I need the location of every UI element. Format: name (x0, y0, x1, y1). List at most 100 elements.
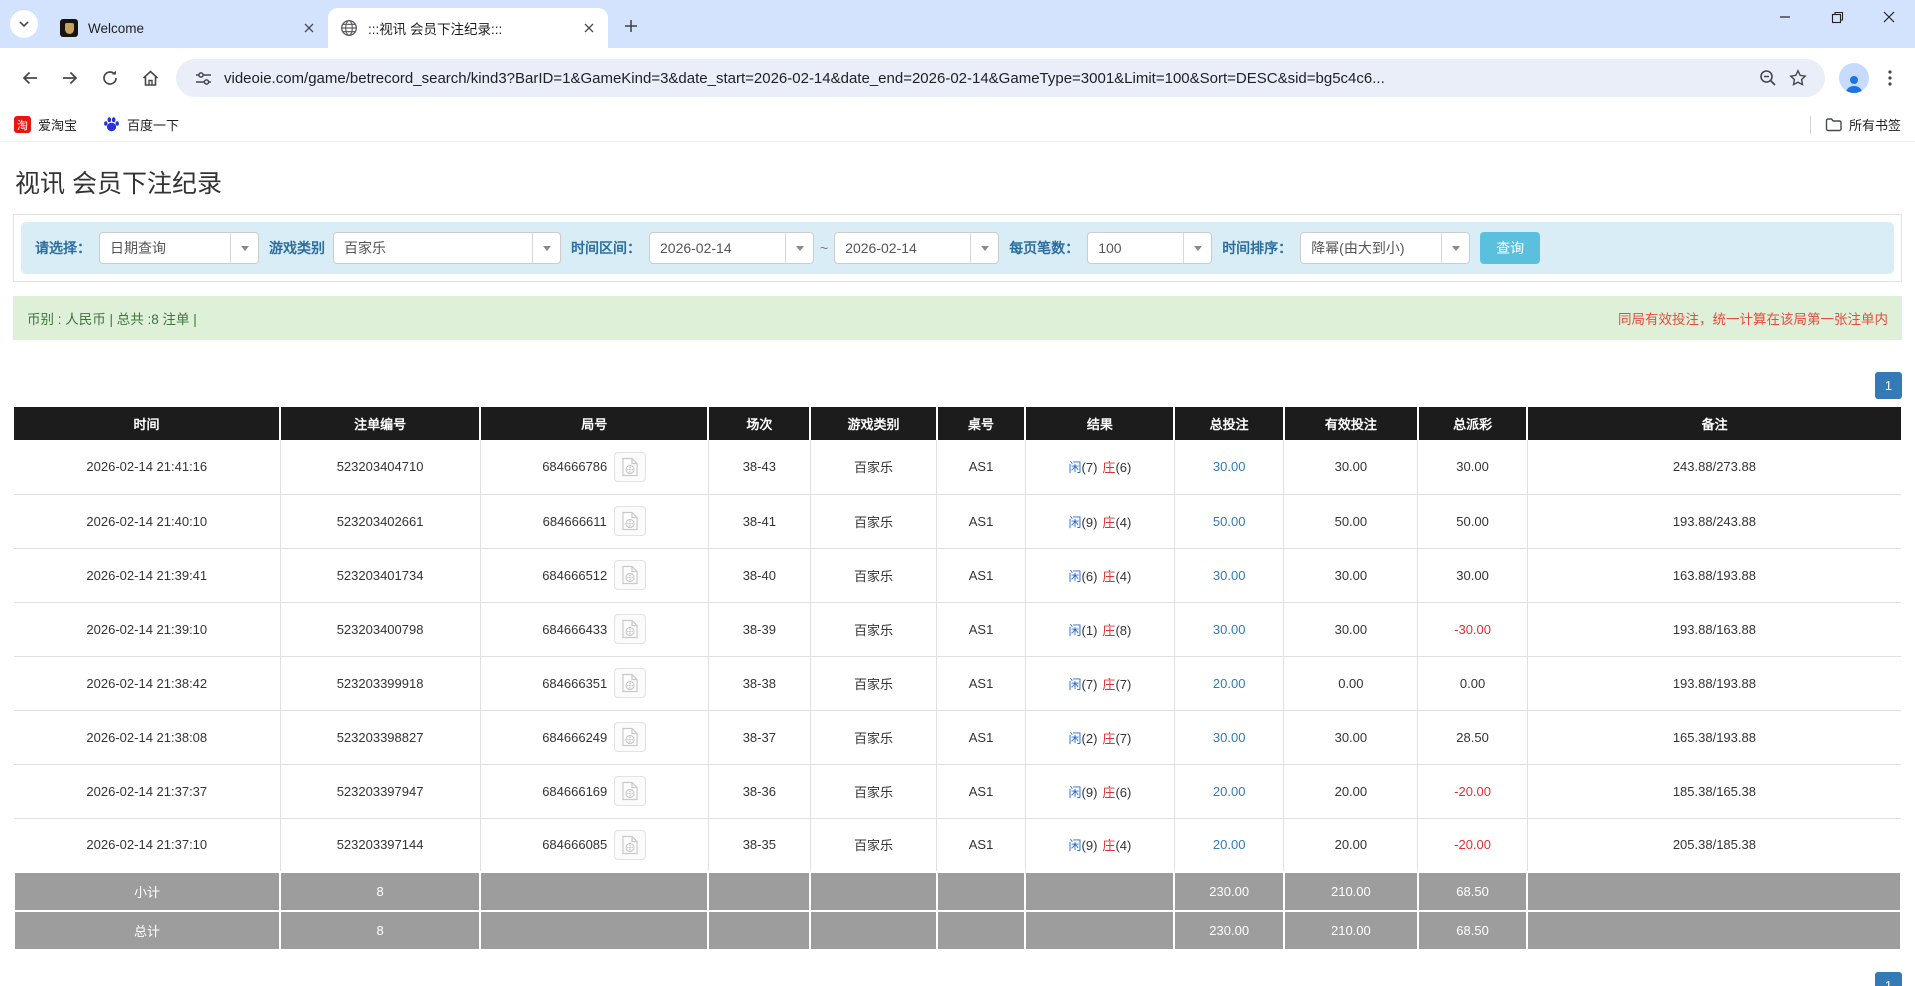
result-banker-score: (6) (1115, 785, 1131, 800)
per-page-select[interactable]: 100 (1087, 232, 1212, 264)
url-text[interactable]: videoie.com/game/betrecord_search/kind3?… (218, 70, 1753, 87)
page-number-button[interactable]: 1 (1875, 372, 1902, 399)
reload-button[interactable] (90, 58, 130, 98)
result-banker-score: (8) (1115, 623, 1131, 638)
bet-time: 2026-02-14 21:37:37 (14, 764, 280, 818)
total-valid-bet: 210.00 (1284, 911, 1418, 950)
bet-time: 2026-02-14 21:38:42 (14, 656, 280, 710)
bookmarks-bar: 淘 爱淘宝 百度一下 所有书签 (0, 108, 1915, 142)
welcome-favicon-icon (60, 19, 78, 37)
home-icon (141, 69, 160, 88)
home-button[interactable] (130, 58, 170, 98)
valid-bet: 30.00 (1284, 602, 1418, 656)
video-replay-button[interactable] (614, 506, 646, 536)
total-total-bet: 230.00 (1174, 911, 1283, 950)
minimize-button[interactable] (1759, 0, 1811, 34)
close-tab-icon[interactable] (300, 19, 318, 37)
payout: -20.00 (1418, 764, 1527, 818)
game-kind-select[interactable]: 百家乐 (333, 232, 561, 264)
site-settings-icon[interactable] (188, 63, 218, 93)
video-replay-button[interactable] (614, 830, 646, 860)
tilde-separator: ~ (820, 240, 828, 256)
total-bet-link[interactable]: 30.00 (1213, 730, 1246, 745)
url-bar[interactable]: videoie.com/game/betrecord_search/kind3?… (176, 59, 1825, 97)
tab-welcome[interactable]: Welcome (48, 8, 328, 48)
video-replay-button[interactable] (614, 452, 646, 482)
chevron-down-icon (18, 18, 30, 30)
round-number: 684666512 (542, 568, 607, 583)
total-bet-link[interactable]: 30.00 (1213, 622, 1246, 637)
bookmark-aitaobao[interactable]: 淘 爱淘宝 (14, 115, 77, 134)
game-kind: 百家乐 (810, 656, 936, 710)
round-number: 684666433 (542, 622, 607, 637)
tab-bet-records[interactable]: :::视讯 会员下注纪录::: (328, 8, 608, 48)
total-bet-link[interactable]: 30.00 (1213, 568, 1246, 583)
close-tab-icon[interactable] (580, 19, 598, 37)
browser-menu-button[interactable] (1875, 61, 1905, 95)
query-type-select[interactable]: 日期查询 (99, 232, 259, 264)
sort-select[interactable]: 降幂(由大到小) (1300, 232, 1470, 264)
result-player-score: (7) (1082, 460, 1098, 475)
valid-bet: 20.00 (1284, 764, 1418, 818)
reload-icon (101, 69, 119, 87)
note: 193.88/163.88 (1527, 602, 1901, 656)
video-file-icon (621, 511, 639, 531)
search-button[interactable]: 查询 (1480, 232, 1540, 264)
close-window-button[interactable] (1863, 0, 1915, 34)
video-file-icon (621, 727, 639, 747)
bookmark-baidu[interactable]: 百度一下 (103, 115, 179, 134)
total-bet-cell: 30.00 (1174, 548, 1283, 602)
video-replay-button[interactable] (614, 560, 646, 590)
valid-bet: 30.00 (1284, 710, 1418, 764)
video-replay-button[interactable] (614, 668, 646, 698)
video-replay-button[interactable] (614, 776, 646, 806)
forward-button[interactable] (50, 58, 90, 98)
date-start-select[interactable]: 2026-02-14 (649, 232, 814, 264)
table-number: AS1 (937, 656, 1026, 710)
round-number: 684666786 (542, 459, 607, 474)
bookmark-star-icon[interactable] (1783, 63, 1813, 93)
zoom-magnifier-icon[interactable] (1753, 63, 1783, 93)
profile-avatar[interactable] (1839, 63, 1869, 93)
page-content: 视讯 会员下注纪录 请选择： 日期查询 游戏类别 百家乐 时间区间： 2026-… (0, 164, 1915, 951)
total-bet-link[interactable]: 20.00 (1213, 837, 1246, 852)
session: 38-37 (708, 710, 810, 764)
bet-id: 523203397144 (280, 818, 480, 872)
total-bet-cell: 50.00 (1174, 494, 1283, 548)
note: 165.38/193.88 (1527, 710, 1901, 764)
page-number-button-bottom[interactable]: 1 (1875, 972, 1902, 986)
restore-button[interactable] (1811, 0, 1863, 34)
table-row: 2026-02-14 21:41:16 523203404710 6846667… (14, 440, 1901, 494)
tab-search-button[interactable] (10, 10, 38, 38)
back-button[interactable] (10, 58, 50, 98)
result-player: 闲 (1069, 785, 1082, 800)
video-file-icon (621, 673, 639, 693)
video-replay-button[interactable] (614, 614, 646, 644)
new-tab-button[interactable] (616, 11, 646, 41)
video-replay-button[interactable] (614, 722, 646, 752)
session: 38-36 (708, 764, 810, 818)
baidu-paw-icon (103, 116, 120, 133)
note: 205.38/185.38 (1527, 818, 1901, 872)
total-bet-link[interactable]: 30.00 (1213, 459, 1246, 474)
page-title: 视讯 会员下注纪录 (15, 164, 1902, 200)
total-bet-link[interactable]: 50.00 (1213, 514, 1246, 529)
chevron-down-icon (230, 233, 258, 263)
date-end-select[interactable]: 2026-02-14 (834, 232, 999, 264)
bet-time: 2026-02-14 21:37:10 (14, 818, 280, 872)
session: 38-40 (708, 548, 810, 602)
round-cell: 684666611 (480, 494, 708, 548)
round-number: 684666169 (542, 784, 607, 799)
total-bet-link[interactable]: 20.00 (1213, 676, 1246, 691)
game-kind: 百家乐 (810, 818, 936, 872)
query-type-value: 日期查询 (100, 238, 230, 258)
valid-bet: 30.00 (1284, 548, 1418, 602)
round-cell: 684666433 (480, 602, 708, 656)
round-cell: 684666249 (480, 710, 708, 764)
result-banker-score: (4) (1115, 569, 1131, 584)
round-number: 684666611 (543, 514, 607, 529)
all-bookmarks-button[interactable]: 所有书签 (1825, 115, 1901, 134)
total-bet-link[interactable]: 20.00 (1213, 784, 1246, 799)
forward-arrow-icon (61, 69, 79, 87)
bookmark-label: 爱淘宝 (38, 115, 77, 134)
